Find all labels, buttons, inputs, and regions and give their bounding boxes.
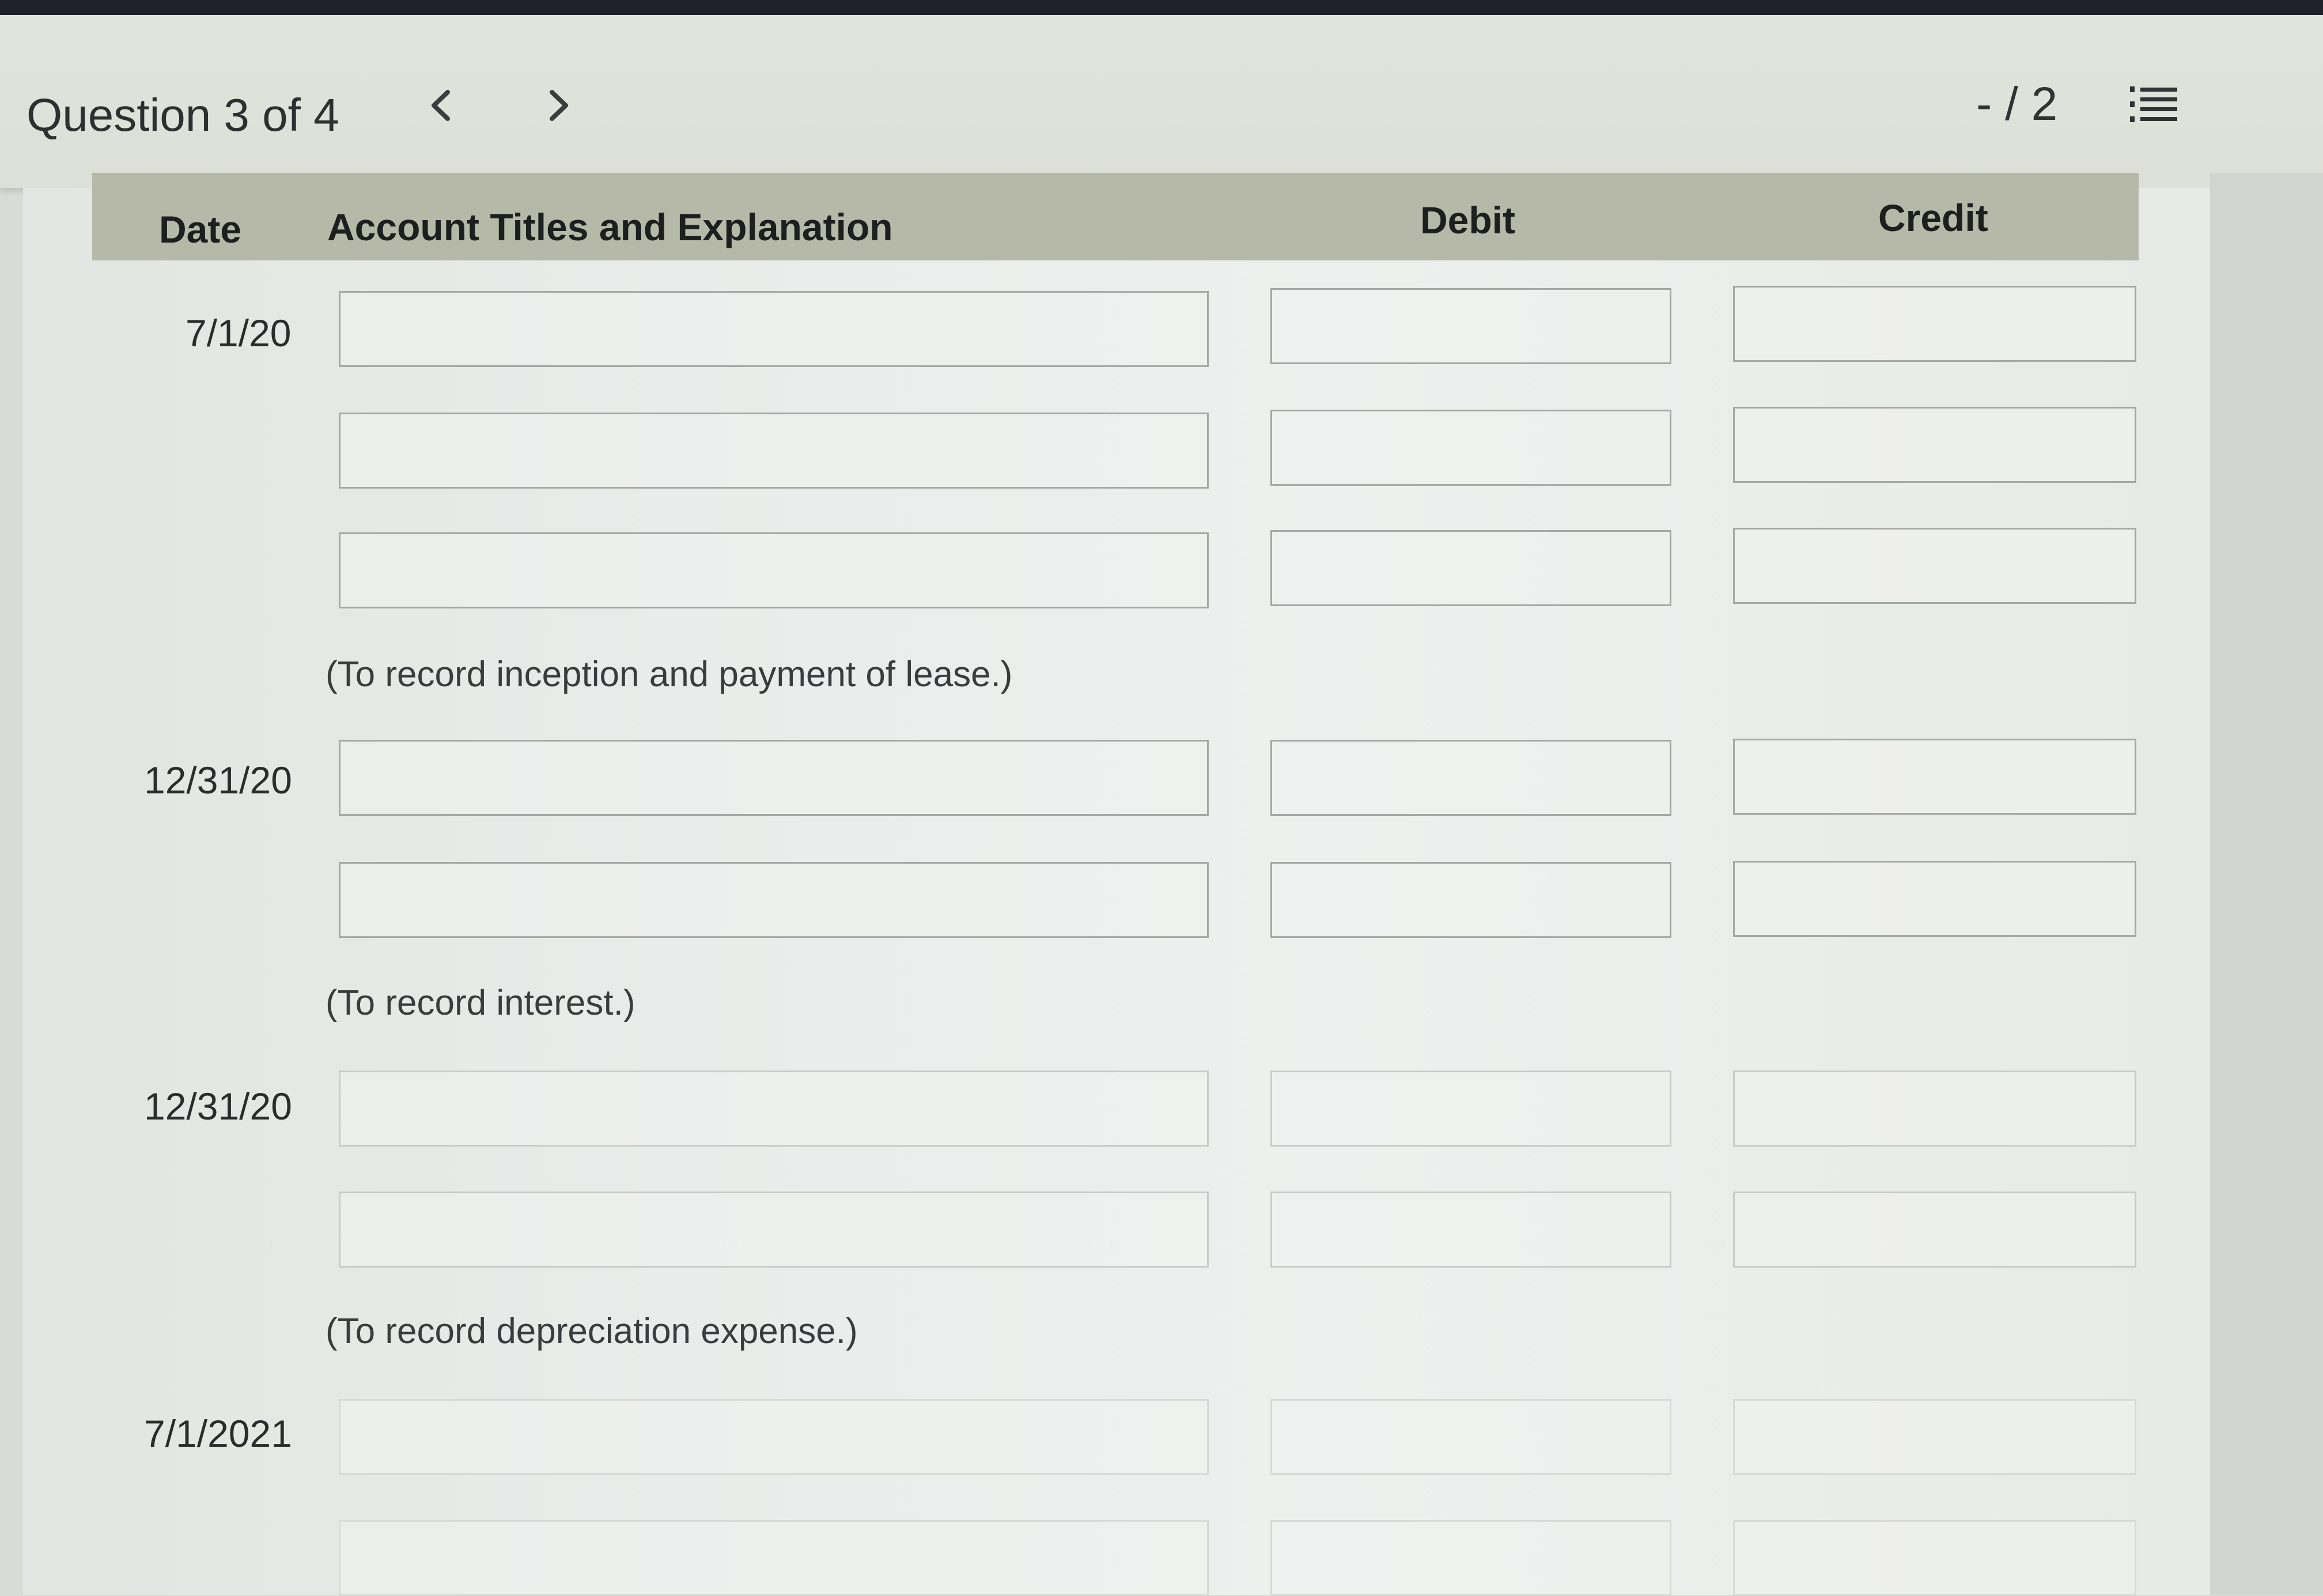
column-header-debit: Debit <box>1420 199 1515 241</box>
debit-amount-input[interactable] <box>1270 530 1671 606</box>
question-list-button[interactable] <box>2129 84 2178 124</box>
account-title-input[interactable] <box>339 862 1209 938</box>
account-title-input[interactable] <box>339 1192 1209 1268</box>
previous-question-button[interactable] <box>423 84 458 134</box>
entry-explanation: (To record interest.) <box>326 983 635 1023</box>
credit-amount-input[interactable] <box>1733 1399 2136 1475</box>
entry-explanation: (To record inception and payment of leas… <box>326 655 1013 694</box>
account-title-input[interactable] <box>339 740 1209 816</box>
entry-date: 12/31/20 <box>144 759 292 801</box>
page-side-gutter <box>2210 173 2323 1595</box>
column-header-date: Date <box>159 208 242 251</box>
account-title-input[interactable] <box>339 1071 1209 1147</box>
column-header-credit: Credit <box>1878 196 1988 239</box>
debit-amount-input[interactable] <box>1270 1071 1671 1147</box>
entry-explanation: (To record depreciation expense.) <box>326 1311 858 1351</box>
screen-top-bezel <box>0 0 2323 15</box>
credit-amount-input[interactable] <box>1733 1071 2136 1147</box>
journal-table-header: Date Account Titles and Explanation Debi… <box>92 173 2139 260</box>
credit-amount-input[interactable] <box>1733 1520 2136 1596</box>
credit-amount-input[interactable] <box>1733 528 2136 604</box>
chevron-left-icon <box>432 90 450 121</box>
debit-amount-input[interactable] <box>1270 740 1671 816</box>
question-header: Question 3 of 4 - / 2 <box>0 15 2323 188</box>
credit-amount-input[interactable] <box>1733 407 2136 483</box>
chevron-right-icon <box>550 90 568 121</box>
debit-amount-input[interactable] <box>1270 1399 1671 1475</box>
debit-amount-input[interactable] <box>1270 1192 1671 1268</box>
debit-amount-input[interactable] <box>1270 288 1671 364</box>
debit-amount-input[interactable] <box>1270 410 1671 486</box>
credit-amount-input[interactable] <box>1733 739 2136 815</box>
credit-amount-input[interactable] <box>1733 286 2136 362</box>
credit-amount-input[interactable] <box>1733 1192 2136 1268</box>
account-title-input[interactable] <box>339 1399 1209 1475</box>
debit-amount-input[interactable] <box>1270 1520 1671 1596</box>
entry-date: 7/1/2021 <box>144 1412 292 1455</box>
entry-date: 7/1/20 <box>186 312 292 354</box>
list-icon <box>2130 86 2177 122</box>
debit-amount-input[interactable] <box>1270 862 1671 938</box>
account-title-input[interactable] <box>339 532 1209 608</box>
account-title-input[interactable] <box>339 1520 1209 1596</box>
column-header-account: Account Titles and Explanation <box>327 206 893 248</box>
score-display: - / 2 <box>1976 78 2058 130</box>
account-title-input[interactable] <box>339 413 1209 489</box>
entry-date: 12/31/20 <box>144 1085 292 1128</box>
next-question-button[interactable] <box>542 84 576 134</box>
question-counter: Question 3 of 4 <box>27 89 339 141</box>
credit-amount-input[interactable] <box>1733 861 2136 937</box>
account-title-input[interactable] <box>339 291 1209 367</box>
